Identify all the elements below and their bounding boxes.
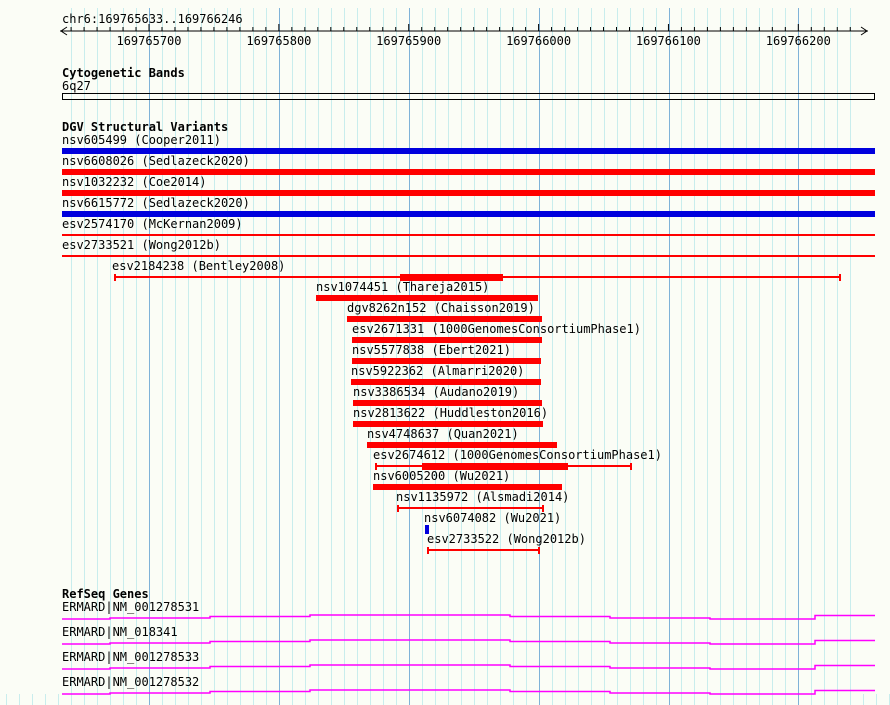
refseq-header: RefSeq Genes: [62, 587, 149, 601]
variant-label[interactable]: esv2733521 (Wong2012b): [62, 239, 221, 251]
cytoband-box[interactable]: [62, 93, 875, 100]
variant-label[interactable]: nsv605499 (Cooper2011): [62, 134, 221, 146]
variant-label[interactable]: dgv8262n152 (Chaisson2019): [347, 302, 535, 314]
variant-label[interactable]: nsv5922362 (Almarri2020): [351, 365, 524, 377]
cytoband-label: 6q27: [62, 79, 91, 93]
variant-label[interactable]: nsv6615772 (Sedlazeck2020): [62, 197, 250, 209]
variant-label[interactable]: nsv1032232 (Coe2014): [62, 176, 207, 188]
variant-label[interactable]: esv2674612 (1000GenomesConsortiumPhase1): [373, 449, 662, 461]
variant-range-line: [397, 507, 544, 509]
genome-browser-canvas: chr6:169765633..169766246 Cytogenetic Ba…: [0, 0, 890, 705]
variant-label[interactable]: nsv5577838 (Ebert2021): [352, 344, 511, 356]
region-label: chr6:169765633..169766246: [62, 12, 243, 26]
ruler-tick-label: 169765800: [246, 34, 312, 48]
variant-label[interactable]: nsv3386534 (Audano2019): [353, 386, 519, 398]
variant-range-line: [427, 549, 540, 551]
variant-label[interactable]: esv2733522 (Wong2012b): [427, 533, 586, 545]
variant-range-right-cap: [630, 463, 632, 470]
ruler-tick-label: 169766000: [506, 34, 572, 48]
variant-label[interactable]: nsv1074451 (Thareja2015): [316, 281, 489, 293]
variant-line[interactable]: [62, 255, 875, 257]
variant-label[interactable]: esv2574170 (McKernan2009): [62, 218, 243, 230]
ruler-tick-label: 169766100: [635, 34, 701, 48]
variant-label[interactable]: esv2671331 (1000GenomesConsortiumPhase1): [352, 323, 641, 335]
variant-label[interactable]: nsv1135972 (Alsmadi2014): [396, 491, 569, 503]
variant-line[interactable]: [62, 234, 875, 236]
ruler-tick-label: 169765700: [116, 34, 182, 48]
variant-label[interactable]: esv2184238 (Bentley2008): [112, 260, 285, 272]
gene-label[interactable]: ERMARD|NM_001278532: [62, 676, 199, 688]
variant-range-left-cap: [114, 274, 116, 281]
variant-range-right-cap: [538, 547, 540, 554]
dgv-header: DGV Structural Variants: [62, 120, 229, 134]
gene-label[interactable]: ERMARD|NM_018341: [62, 626, 178, 638]
variant-range[interactable]: [427, 547, 540, 554]
variant-range-left-cap: [397, 505, 399, 512]
variant-label[interactable]: nsv4748637 (Quan2021): [367, 428, 519, 440]
variant-label[interactable]: nsv2813622 (Huddleston2016): [353, 407, 548, 419]
variant-range-left-cap: [427, 547, 429, 554]
variant-label[interactable]: nsv6074082 (Wu2021): [424, 512, 561, 524]
variant-label[interactable]: nsv6005200 (Wu2021): [373, 470, 510, 482]
variant-label[interactable]: nsv6608026 (Sedlazeck2020): [62, 155, 250, 167]
ruler-tick-label: 169766200: [765, 34, 831, 48]
cytogenetic-bands-header: Cytogenetic Bands: [62, 66, 185, 80]
tracks-layer: chr6:169765633..169766246 Cytogenetic Ba…: [0, 0, 890, 705]
gene-label[interactable]: ERMARD|NM_001278531: [62, 601, 199, 613]
ruler-tick-label: 169765900: [376, 34, 442, 48]
variant-range-right-cap: [839, 274, 841, 281]
gene-label[interactable]: ERMARD|NM_001278533: [62, 651, 199, 663]
